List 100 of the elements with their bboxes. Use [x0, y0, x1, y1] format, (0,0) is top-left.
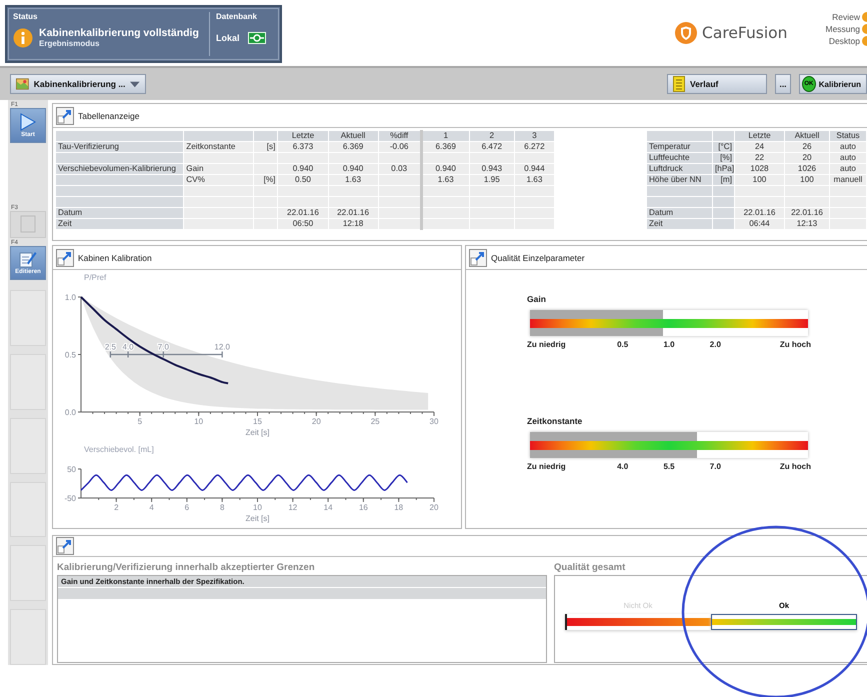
shield-logo-icon: [675, 22, 698, 44]
unit-label: [hPa]: [715, 164, 734, 173]
mode-link[interactable]: Messung: [826, 24, 860, 34]
column-header: 1: [443, 132, 448, 140]
marker-label: 4.0: [122, 342, 134, 352]
tick-label: 0.5: [64, 350, 76, 360]
table-cell: 6.373: [292, 142, 314, 151]
mode-link[interactable]: Desktop: [828, 36, 860, 46]
scale-label: 7.0: [710, 462, 721, 471]
column-header: Aktuell: [794, 132, 820, 140]
axis-title: Zeit [s]: [246, 428, 270, 437]
table-cell: auto: [840, 164, 856, 173]
table-cell: 100: [752, 176, 766, 184]
scale-label: 0.5: [617, 340, 628, 349]
y-axis: [78, 468, 82, 498]
table-cell: 1026: [798, 164, 816, 173]
window-icon[interactable]: [469, 248, 487, 266]
table-cell: 6.369: [342, 142, 364, 151]
table-cell: 0.03: [391, 164, 408, 173]
window-icon[interactable]: [56, 537, 74, 555]
window-icon[interactable]: [56, 106, 74, 124]
table-cell: 12:13: [796, 220, 818, 228]
table-cell: 26: [802, 142, 812, 151]
marker-label: 12.0: [214, 342, 230, 352]
table-cell: 0.944: [524, 164, 545, 173]
unit-label: [s]: [266, 142, 276, 151]
unit-label: [%]: [264, 176, 276, 184]
table-cell: 0.943: [482, 164, 502, 173]
scale-label: Zu niedrig: [527, 340, 566, 349]
tick-label: 14: [324, 503, 333, 512]
database-value: Lokal: [216, 33, 240, 43]
table-cell: 22.01.16: [287, 208, 319, 217]
tick-label: 50: [67, 465, 76, 474]
caret-icon: [130, 80, 140, 88]
database-heading: Datenbank: [216, 12, 258, 21]
mode-label: Ergebnismodus: [39, 39, 100, 48]
table-cell: 0.50: [295, 176, 311, 184]
parameter-name: Gain: [186, 164, 204, 173]
scale-label: Zu hoch: [780, 340, 811, 349]
pencil-icon: [19, 250, 37, 268]
tick-label: 18: [394, 503, 404, 512]
tick-label: -50: [64, 494, 76, 503]
table-cell: 100: [800, 176, 814, 184]
column-header: %diff: [390, 132, 408, 140]
history-button[interactable]: Verlauf: [667, 74, 767, 94]
tick-label: 20: [312, 417, 321, 426]
table-cell: 6.472: [482, 142, 502, 151]
gauge-label: Gain: [527, 294, 547, 304]
list-icon: [673, 76, 685, 92]
panel-title: Kabinen Kalibration: [78, 252, 152, 262]
brand-name: CareFusion: [702, 24, 788, 42]
table-cell: 12:18: [342, 220, 364, 228]
row-label: Höhe über NN: [649, 176, 702, 184]
mode-link[interactable]: Review: [832, 12, 860, 22]
column-header: 2: [490, 132, 494, 140]
row-label: Tau-Verifizierung: [58, 142, 119, 151]
tick-label: 6: [184, 503, 190, 512]
scale-label: 4.0: [617, 462, 628, 471]
table-cell: 0.940: [292, 164, 314, 173]
unit-label: [%]: [720, 154, 732, 162]
axis-title: P/Pref: [84, 273, 106, 282]
tick-label: 30: [430, 417, 438, 426]
document-icon: [20, 215, 36, 234]
database-icon: [248, 32, 266, 44]
tick-label: 0.0: [64, 408, 76, 417]
column-header: Letzte: [292, 132, 314, 140]
table-cell: 1.63: [526, 176, 542, 184]
scale-label: 5.5: [663, 462, 675, 471]
parameter-name: Zeitkonstante: [186, 142, 236, 151]
status-heading: Status: [13, 12, 38, 21]
table-cell: 0.940: [342, 164, 364, 173]
scale-label: 2.0: [710, 340, 721, 349]
procedure-dropdown[interactable]: Kabinenkalibrierung ...: [10, 74, 146, 94]
row-label: Zeit: [649, 220, 663, 228]
scale-label: Zu niedrig: [527, 462, 566, 471]
scale-label: Zu hoch: [780, 462, 811, 471]
table-cell: 1.95: [484, 176, 500, 184]
row-label: Temperatur: [649, 142, 690, 151]
window-icon[interactable]: [56, 248, 74, 266]
table-cell: 1.63: [438, 176, 454, 184]
column-header: Letzte: [748, 132, 771, 140]
status-message: Kabinenkalibrierung vollständig: [39, 27, 199, 39]
table-cell: 20: [802, 154, 812, 162]
tick-label: 25: [370, 417, 380, 426]
play-icon: [20, 112, 36, 131]
table-cell: auto: [840, 154, 856, 162]
tick-label: 12: [288, 503, 298, 512]
map-icon: [16, 76, 29, 92]
column-header: Aktuell: [340, 132, 366, 140]
row-label: Zeit: [58, 220, 72, 228]
row-label: Luftfeuchte: [649, 154, 690, 162]
scale-label: 1.0: [663, 340, 675, 349]
more-button[interactable]: ...: [775, 74, 791, 94]
tick-label: 5: [138, 417, 142, 426]
tick-label: 10: [253, 503, 262, 512]
marker-label: 7.0: [158, 342, 169, 352]
parameter-name: CV%: [186, 176, 205, 184]
table-cell: 6.369: [435, 142, 456, 151]
row-label: Verschiebevolumen-Kalibrierung: [58, 164, 176, 173]
table-cell: 22.01.16: [744, 208, 776, 217]
